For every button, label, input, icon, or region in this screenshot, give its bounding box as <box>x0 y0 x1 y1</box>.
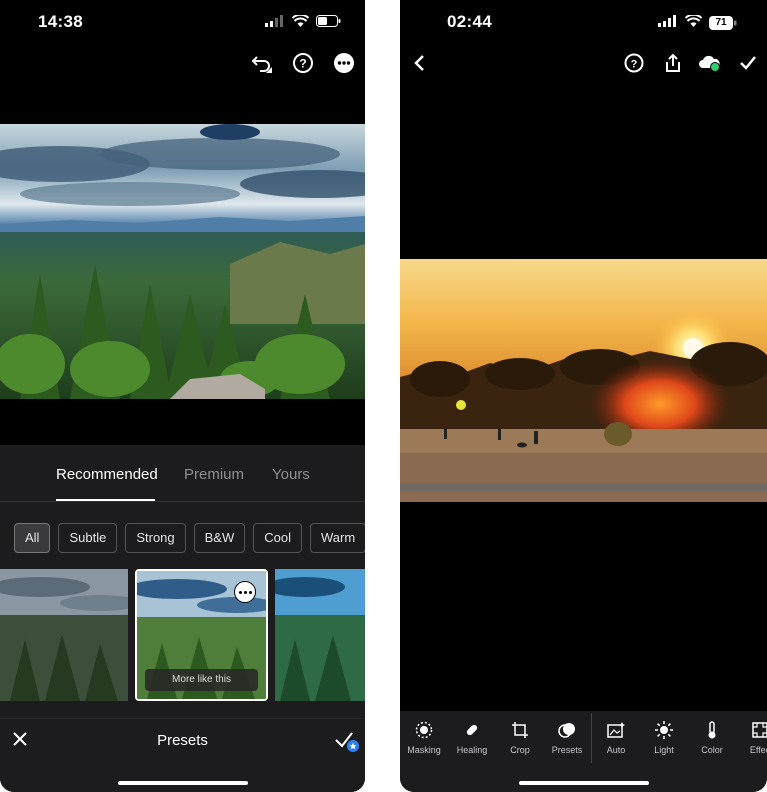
thumbnail-more-icon[interactable] <box>234 581 256 603</box>
filter-warm[interactable]: Warm <box>310 523 365 553</box>
help-icon[interactable]: ? <box>290 50 316 76</box>
more-like-this-button[interactable]: More like this <box>145 669 258 691</box>
left-phone-screen: 14:38 ? Recommended Premium Yours All Su… <box>0 0 365 792</box>
help-icon[interactable]: ? <box>621 50 647 76</box>
home-indicator <box>117 781 248 785</box>
crop-icon <box>512 722 528 738</box>
status-bar: 02:44 71 <box>400 0 767 46</box>
preset-tabs: Recommended Premium Yours <box>0 445 365 502</box>
mountain-photo <box>0 124 365 399</box>
filter-subtle[interactable]: Subtle <box>58 523 118 553</box>
status-bar: 14:38 <box>0 0 365 46</box>
tool-label: Light <box>654 745 674 755</box>
edit-tools-bar: Masking Healing Crop Presets Auto Light … <box>400 711 767 792</box>
more-options-icon[interactable] <box>331 50 357 76</box>
svg-text:?: ? <box>299 57 306 71</box>
preset-thumbnail[interactable] <box>0 569 128 701</box>
masking-icon <box>415 721 433 739</box>
cloud-sync-icon[interactable] <box>697 50 723 76</box>
presets-title: Presets <box>157 732 208 749</box>
auto-icon <box>607 722 625 738</box>
tool-healing[interactable]: Healing <box>448 721 496 755</box>
wifi-icon <box>291 13 310 32</box>
tool-label: Crop <box>510 745 530 755</box>
tool-crop[interactable]: Crop <box>496 721 544 755</box>
status-icons: 71 <box>658 13 737 32</box>
active-tab-indicator <box>56 499 155 501</box>
battery-level: 71 <box>715 17 727 28</box>
filter-strong[interactable]: Strong <box>125 523 186 553</box>
tool-auto[interactable]: Auto <box>592 721 640 755</box>
wifi-icon <box>684 13 703 32</box>
tab-yours[interactable]: Yours <box>272 466 310 483</box>
tool-light[interactable]: Light <box>640 721 688 755</box>
undo-icon[interactable] <box>248 50 274 76</box>
preset-thumbnails: More like this <box>0 569 365 703</box>
battery-icon: 71 <box>709 16 737 30</box>
preset-filter-chips: All Subtle Strong B&W Cool Warm <box>14 523 365 553</box>
svg-text:?: ? <box>631 59 638 71</box>
tool-color[interactable]: Color <box>688 721 736 755</box>
tool-label: Healing <box>456 745 488 755</box>
status-icons <box>265 13 341 32</box>
tool-label: Presets <box>551 745 583 755</box>
tool-masking[interactable]: Masking <box>400 721 448 755</box>
tab-premium[interactable]: Premium <box>184 466 244 483</box>
tool-label: Color <box>701 745 723 755</box>
signal-icon <box>658 14 678 32</box>
share-icon[interactable] <box>660 50 686 76</box>
tool-label: Auto <box>606 745 626 755</box>
signal-icon <box>265 14 285 32</box>
home-indicator <box>518 781 649 785</box>
status-time: 14:38 <box>38 12 83 31</box>
right-phone-screen: 02:44 71 ? Masking Healing Crop Presets … <box>400 0 767 792</box>
tab-recommended[interactable]: Recommended <box>56 466 158 483</box>
preset-thumbnail-selected[interactable]: More like this <box>135 569 268 701</box>
status-time: 02:44 <box>447 12 492 31</box>
effects-icon <box>752 722 767 738</box>
presets-bottom-bar: Presets <box>0 718 365 792</box>
light-icon <box>655 721 673 739</box>
editor-top-bar: ? <box>0 50 365 80</box>
tool-effects[interactable]: Effec <box>736 721 767 755</box>
filter-all[interactable]: All <box>14 523 51 553</box>
color-icon <box>708 721 716 739</box>
editor-top-bar: ? <box>400 50 767 80</box>
filter-cool[interactable]: Cool <box>253 523 303 553</box>
tool-label: Masking <box>407 745 441 755</box>
done-checkmark-icon[interactable] <box>735 50 761 76</box>
tool-presets[interactable]: Presets <box>543 721 591 755</box>
battery-icon <box>316 14 341 32</box>
filter-bw[interactable]: B&W <box>193 523 246 553</box>
apply-checkmark-icon[interactable] <box>334 729 360 758</box>
preset-thumbnail[interactable] <box>275 569 365 701</box>
presets-icon <box>558 723 575 738</box>
healing-icon <box>466 724 478 736</box>
back-icon[interactable] <box>406 50 432 76</box>
sunset-photo <box>400 259 767 502</box>
tool-label: Effec <box>749 745 767 755</box>
